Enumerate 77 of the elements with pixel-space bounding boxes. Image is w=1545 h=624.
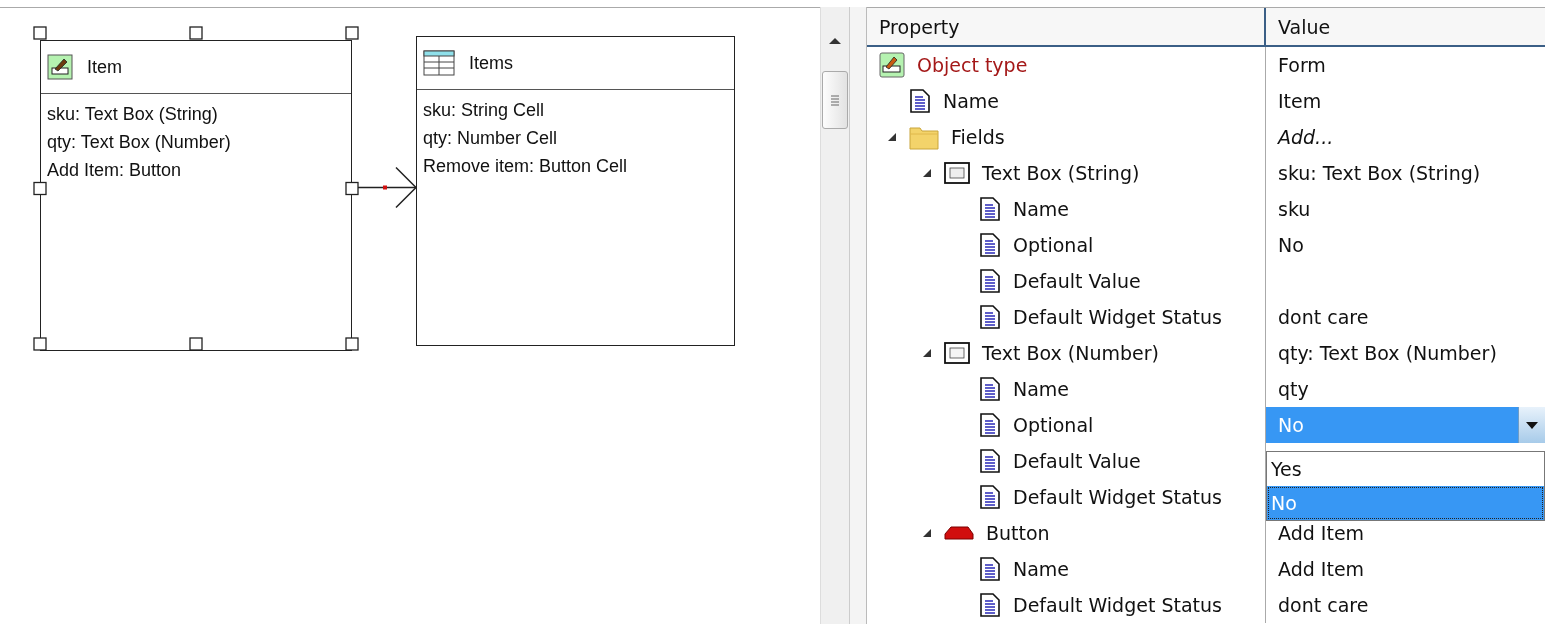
form-icon [879,52,905,78]
property-name[interactable]: Name [1013,198,1070,220]
caret-icon [1526,421,1538,429]
property-name[interactable]: Optional [1013,414,1094,436]
property-value[interactable]: qty: Text Box (Number) [1278,342,1497,364]
connector-arrow[interactable] [357,166,418,209]
node-field: sku: Text Box (String) [47,100,345,128]
property-name[interactable]: Text Box (Number) [982,342,1159,364]
document-icon [979,197,1001,221]
document-icon [979,377,1001,401]
form-icon [47,54,73,80]
property-value[interactable]: Add... [1278,126,1334,148]
property-name[interactable]: Name [943,90,1000,112]
scrollbar[interactable] [820,7,850,624]
property-name[interactable]: Name [1013,558,1070,580]
document-icon [979,449,1001,473]
property-name[interactable]: Text Box (String) [982,162,1140,184]
table-icon [423,50,455,76]
node-field: Add Item: Button [47,156,345,184]
property-value[interactable]: sku [1278,198,1311,220]
document-icon [979,413,1001,437]
resize-handle[interactable] [345,181,359,196]
property-value[interactable]: sku: Text Box (String) [1278,162,1481,184]
property-name[interactable]: Default Widget Status [1013,594,1222,616]
dropdown-button[interactable] [1518,407,1545,443]
property-value[interactable]: qty [1278,378,1309,400]
text-box-icon [944,162,970,184]
resize-handle[interactable] [345,337,359,351]
folder-icon [909,124,939,150]
scroll-thumb[interactable] [822,71,848,129]
column-header[interactable]: Property [867,8,1266,45]
document-icon [979,305,1001,329]
dropdown-option[interactable]: Yes [1267,452,1544,486]
property-value[interactable]: No [1278,234,1304,256]
collapse-icon[interactable] [922,528,932,538]
node-title: Item [87,56,122,78]
property-value[interactable]: dont care [1278,594,1369,616]
scroll-up-icon[interactable] [828,37,842,45]
collapse-icon[interactable] [887,132,897,142]
property-name[interactable]: Optional [1013,234,1094,256]
property-name[interactable]: Default Widget Status [1013,486,1222,508]
property-value[interactable]: Add Item [1278,522,1365,544]
property-name[interactable]: Fields [951,126,1005,148]
document-icon [979,233,1001,257]
property-name[interactable]: Default Widget Status [1013,306,1222,328]
diagram-node[interactable]: Item sku: Text Box (String) qty: Text Box (Number) Add Item: Button [40,40,352,351]
property-value[interactable]: Add Item [1278,558,1365,580]
collapse-icon[interactable] [922,168,932,178]
document-icon [979,269,1001,293]
document-icon [979,485,1001,509]
property-value[interactable]: Item [1278,90,1322,112]
node-field: sku: String Cell [423,96,728,124]
document-icon [979,557,1001,581]
node-title: Items [469,52,513,74]
node-field: qty: Number Cell [423,124,728,152]
node-field: Remove item: Button Cell [423,152,728,180]
resize-handle[interactable] [33,26,47,40]
number-box-icon [944,342,970,364]
property-name[interactable]: Button [986,522,1050,544]
document-icon [979,593,1001,617]
collapse-icon[interactable] [922,348,932,358]
resize-handle[interactable] [33,181,47,196]
property-value[interactable]: dont care [1278,306,1369,328]
document-icon [909,89,931,113]
resize-handle[interactable] [189,337,203,351]
resize-handle[interactable] [33,337,47,351]
property-value[interactable]: Form [1278,54,1326,76]
node-field: qty: Text Box (Number) [47,128,345,156]
column-header[interactable]: Value [1266,8,1545,45]
property-name[interactable]: Name [1013,378,1070,400]
property-name[interactable]: Default Value [1013,450,1141,472]
resize-handle[interactable] [189,26,203,40]
resize-handle[interactable] [345,26,359,40]
property-name[interactable]: Object type [917,54,1028,76]
property-name[interactable]: Default Value [1013,270,1141,292]
button-icon [944,525,974,541]
diagram-node[interactable]: Items sku: String Cell qty: Number Cell Remove item: Button Cell [416,36,735,346]
